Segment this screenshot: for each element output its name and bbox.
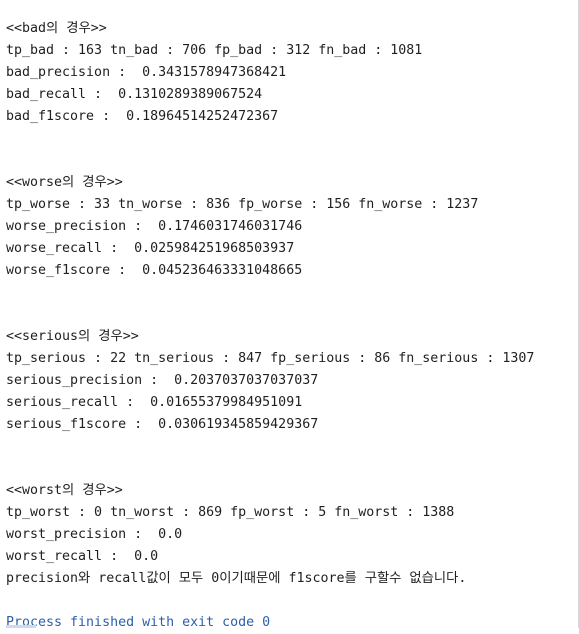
worst-precision-line: worst_precision : 0.0: [6, 527, 183, 542]
worst-f1score-message: precision와 recall값이 모두 0이기때문에 f1score를 구…: [6, 571, 467, 586]
worse-recall-line: worse_recall : 0.025984251968503937: [6, 241, 295, 256]
worst-confusion-counts: tp_worst : 0 tn_worst : 869 fp_worst : 5…: [6, 505, 455, 520]
serious-recall-line: serious_recall : 0.01655379984951091: [6, 395, 303, 410]
worse-confusion-counts: tp_worse : 33 tn_worse : 836 fp_worse : …: [6, 197, 479, 212]
serious-f1score-line: serious_f1score : 0.030619345859429367: [6, 417, 319, 432]
bad-confusion-counts: tp_bad : 163 tn_bad : 706 fp_bad : 312 f…: [6, 43, 423, 58]
bad-precision-line: bad_precision : 0.3431578947368421: [6, 65, 287, 80]
serious-confusion-counts: tp_serious : 22 tn_serious : 847 fp_seri…: [6, 351, 535, 366]
console-output-panel: <<bad의 경우>> tp_bad : 163 tn_bad : 706 fp…: [0, 0, 579, 630]
bad-f1score-line: bad_f1score : 0.18964514252472367: [6, 109, 279, 124]
worse-f1score-line: worse_f1score : 0.045236463331048665: [6, 263, 303, 278]
worse-precision-line: worse_precision : 0.1746031746031746: [6, 219, 303, 234]
bad-recall-line: bad_recall : 0.1310289389067524: [6, 87, 263, 102]
section-header-worst: <<worst의 경우>>: [6, 483, 123, 498]
serious-precision-line: serious_precision : 0.2037037037037037: [6, 373, 319, 388]
worst-recall-line: worst_recall : 0.0: [6, 549, 159, 564]
section-header-serious: <<serious의 경우>>: [6, 329, 139, 344]
section-header-bad: <<bad의 경우>>: [6, 21, 107, 36]
process-exit-message: Process finished with exit code 0: [6, 615, 271, 630]
section-header-worse: <<worse의 경우>>: [6, 175, 123, 190]
